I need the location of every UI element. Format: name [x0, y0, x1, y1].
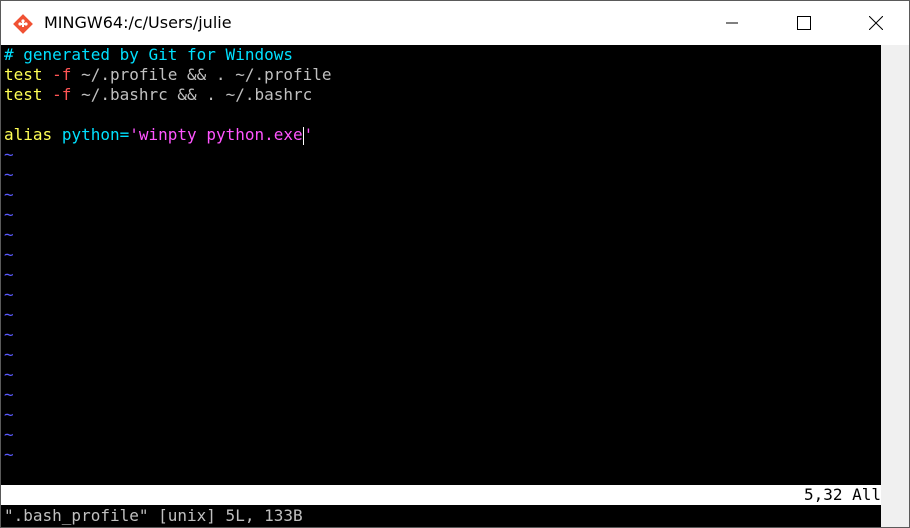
code-token: -f — [52, 65, 72, 84]
close-button[interactable] — [841, 1, 909, 45]
vim-status-line: .bash_profile [unix] (23:21 24/09/2020) … — [1, 485, 881, 524]
code-token: # generated by Git for Windows — [4, 45, 293, 64]
code-token: ~/.profile && . ~/.profile — [71, 65, 332, 84]
empty-line-tilde: ~ — [4, 305, 14, 324]
empty-line-tilde: ~ — [4, 205, 14, 224]
empty-line-tilde: ~ — [4, 405, 14, 424]
code-token: 'winpty python.exe — [129, 125, 303, 144]
empty-line-tilde: ~ — [4, 165, 14, 184]
vertical-scrollbar[interactable] — [881, 45, 909, 527]
editor-line: test -f ~/.bashrc && . ~/.bashrc — [4, 85, 312, 105]
maximize-icon — [797, 16, 811, 30]
vim-editor-area[interactable]: # generated by Git for Windows test -f ~/… — [1, 45, 881, 527]
empty-line-tilde: ~ — [4, 245, 14, 264]
empty-line-tilde: ~ — [4, 145, 14, 164]
empty-line-tilde: ~ — [4, 345, 14, 364]
editor-line: # generated by Git for Windows — [4, 45, 293, 65]
code-token: -f — [52, 85, 72, 104]
close-icon — [869, 16, 883, 30]
empty-line-tilde: ~ — [4, 285, 14, 304]
editor-line: test -f ~/.profile && . ~/.profile — [4, 65, 332, 85]
status-cursor-position: 5,32 All — [803, 485, 881, 504]
empty-line-tilde: ~ — [4, 225, 14, 244]
empty-line-tilde: ~ — [4, 265, 14, 284]
empty-line-tilde: ~ — [4, 365, 14, 384]
window-title: MINGW64:/c/Users/julie — [44, 13, 232, 32]
code-token: alias — [4, 125, 53, 144]
empty-line-tilde: ~ — [4, 445, 14, 464]
maximize-button[interactable] — [769, 1, 839, 45]
minimize-icon — [726, 22, 738, 24]
terminal-window: MINGW64:/c/Users/julie # generated by Gi… — [0, 0, 910, 528]
code-token: ~/.bashrc && . ~/.bashrc — [71, 85, 313, 104]
empty-line-tilde: ~ — [4, 425, 14, 444]
code-token: python= — [61, 125, 130, 144]
minimize-button[interactable] — [697, 1, 767, 45]
empty-line-tilde: ~ — [4, 185, 14, 204]
code-token: test — [4, 85, 43, 104]
editor-line: alias python='winpty python.exe' — [4, 125, 313, 145]
empty-line-tilde: ~ — [4, 385, 14, 404]
empty-line-tilde: ~ — [4, 325, 14, 344]
title-bar[interactable]: MINGW64:/c/Users/julie — [1, 1, 909, 45]
vim-message-line: ".bash_profile" [unix] 5L, 133B — [4, 506, 303, 525]
code-token: test — [4, 65, 43, 84]
scrollbar-thumb[interactable] — [881, 45, 909, 527]
code-token: ' — [303, 125, 314, 144]
git-diamond-icon — [12, 13, 34, 35]
